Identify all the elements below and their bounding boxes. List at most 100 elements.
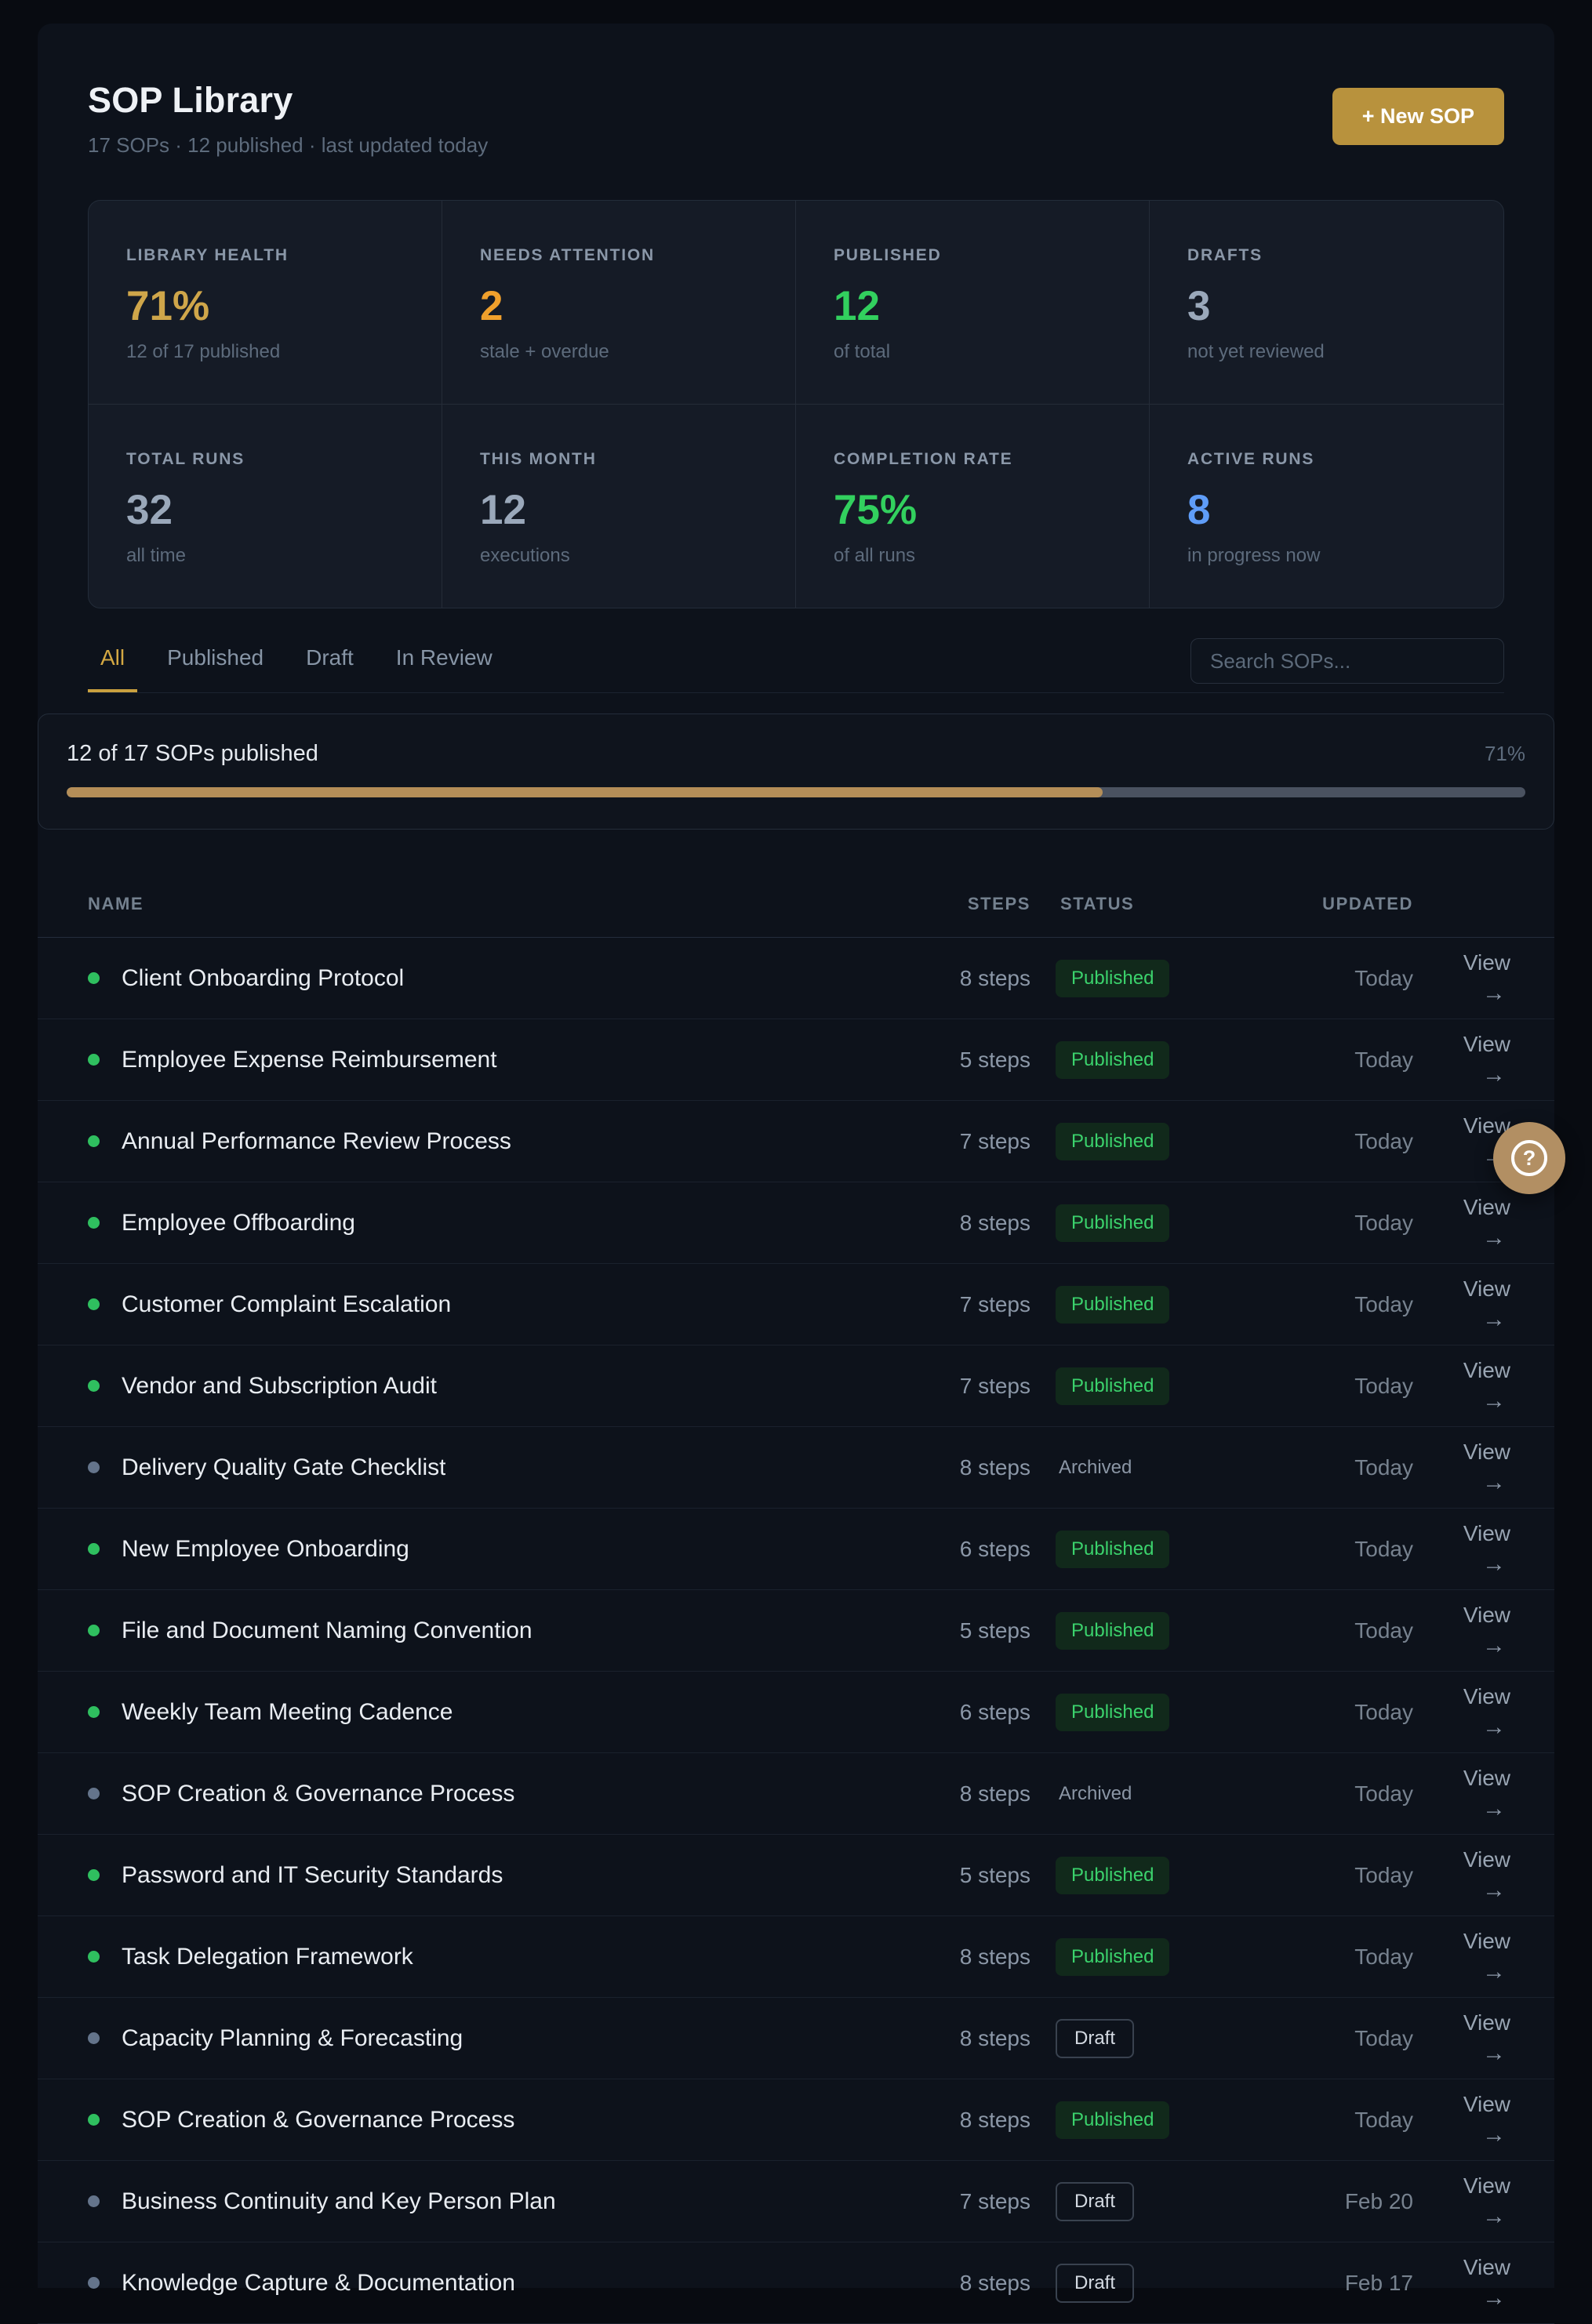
status-dot [88, 1788, 100, 1799]
tab-draft[interactable]: Draft [293, 645, 366, 692]
status-dot [88, 1135, 100, 1147]
status-badge: Draft [1056, 2264, 1134, 2303]
sop-name-cell: SOP Creation & Governance Process [88, 2107, 902, 2133]
view-label: View [1463, 1603, 1510, 1628]
tab-all[interactable]: All [88, 645, 137, 692]
sop-steps: 8 steps [921, 1781, 1030, 1807]
view-link[interactable]: View → [1432, 1929, 1510, 1985]
search-input[interactable] [1190, 638, 1504, 684]
sop-name: SOP Creation & Governance Process [122, 2107, 514, 2133]
view-label: View [1463, 1847, 1510, 1872]
table-row: Knowledge Capture & Documentation 8 step… [38, 2242, 1554, 2324]
table-row: Employee Offboarding 8 steps Published T… [38, 1182, 1554, 1264]
table-row: Business Continuity and Key Person Plan … [38, 2161, 1554, 2242]
stat-cell: ACTIVE RUNS 8 in progress now [1150, 405, 1503, 608]
status-badge: Published [1056, 1204, 1169, 1242]
sop-steps: 6 steps [921, 1537, 1030, 1562]
stat-label: LIBRARY HEALTH [126, 246, 404, 265]
view-label: View [1463, 1358, 1510, 1383]
sop-updated: Today [1264, 1048, 1413, 1073]
tab-in-review[interactable]: In Review [383, 645, 505, 692]
status-dot [88, 1543, 100, 1555]
stat-sublabel: all time [126, 545, 404, 567]
status-badge: Published [1056, 1531, 1169, 1568]
stat-label: ACTIVE RUNS [1187, 450, 1466, 469]
view-label: View [1463, 1521, 1510, 1546]
view-link[interactable]: View → [1432, 1276, 1510, 1333]
stats-card: LIBRARY HEALTH 71% 12 of 17 published NE… [88, 200, 1504, 608]
view-link[interactable]: View → [1432, 1032, 1510, 1088]
view-link[interactable]: View → [1432, 2010, 1510, 2067]
page-header: SOP Library 17 SOPs · 12 published · las… [38, 24, 1554, 158]
sop-name-cell: Business Continuity and Key Person Plan [88, 2188, 902, 2215]
stat-label: THIS MONTH [480, 450, 758, 469]
sop-steps: 5 steps [921, 1618, 1030, 1643]
page-title: SOP Library [88, 80, 1504, 121]
progress-percent: 71% [1485, 742, 1525, 766]
view-link[interactable]: View → [1432, 1847, 1510, 1904]
table-row: Vendor and Subscription Audit 7 steps Pu… [38, 1345, 1554, 1427]
status-badge: Draft [1056, 2182, 1134, 2221]
arrow-right-icon: → [1482, 1796, 1510, 1822]
view-label: View [1463, 1684, 1510, 1709]
view-label: View [1463, 1440, 1510, 1465]
column-header-name: NAME [88, 894, 902, 914]
view-link[interactable]: View → [1432, 1195, 1510, 1251]
stat-sublabel: executions [480, 545, 758, 567]
status-dot [88, 1054, 100, 1066]
sop-name: Weekly Team Meeting Cadence [122, 1699, 453, 1726]
tab-published[interactable]: Published [154, 645, 276, 692]
sop-name: Annual Performance Review Process [122, 1128, 511, 1155]
arrow-right-icon: → [1482, 1959, 1510, 1985]
arrow-right-icon: → [1482, 2285, 1510, 2311]
arrow-right-icon: → [1482, 1062, 1510, 1088]
table-row: File and Document Naming Convention 5 st… [38, 1590, 1554, 1672]
sop-status-cell: Published [1049, 1612, 1245, 1650]
progress-track [67, 787, 1525, 797]
view-link[interactable]: View → [1432, 1603, 1510, 1659]
table-row: SOP Creation & Governance Process 8 step… [38, 1753, 1554, 1835]
stat-value: 8 [1187, 486, 1466, 534]
stat-sublabel: in progress now [1187, 545, 1466, 567]
stat-label: PUBLISHED [834, 246, 1111, 265]
sop-status-cell: Published [1049, 1367, 1245, 1405]
sop-status-cell: Published [1049, 1123, 1245, 1160]
view-link[interactable]: View → [1432, 1440, 1510, 1496]
view-link[interactable]: View → [1432, 2092, 1510, 2148]
view-link[interactable]: View → [1432, 1766, 1510, 1822]
new-sop-button[interactable]: + New SOP [1332, 88, 1504, 145]
view-link[interactable]: View → [1432, 950, 1510, 1007]
status-badge: Published [1056, 1612, 1169, 1650]
status-dot [88, 1298, 100, 1310]
sop-steps: 8 steps [921, 1945, 1030, 1970]
sop-status-cell: Published [1049, 1694, 1245, 1731]
view-link[interactable]: View → [1432, 1684, 1510, 1741]
stat-label: DRAFTS [1187, 246, 1466, 265]
sop-name-cell: Employee Expense Reimbursement [88, 1047, 902, 1073]
sop-name: File and Document Naming Convention [122, 1618, 532, 1644]
stat-cell: PUBLISHED 12 of total [796, 201, 1150, 405]
status-dot [88, 1869, 100, 1881]
status-dot [88, 2114, 100, 2126]
sop-name: Client Onboarding Protocol [122, 965, 404, 992]
sop-status-cell: Archived [1049, 1449, 1245, 1487]
stat-value: 12 [480, 486, 758, 534]
sop-steps: 8 steps [921, 1211, 1030, 1236]
sop-status-cell: Draft [1049, 2264, 1245, 2303]
help-button[interactable]: ? [1493, 1122, 1565, 1194]
sop-name-cell: Password and IT Security Standards [88, 1862, 902, 1889]
stat-sublabel: not yet reviewed [1187, 341, 1466, 363]
sop-name-cell: Delivery Quality Gate Checklist [88, 1454, 902, 1481]
table-row: Password and IT Security Standards 5 ste… [38, 1835, 1554, 1916]
column-header-steps: STEPS [921, 894, 1030, 914]
status-dot [88, 2277, 100, 2289]
sop-name: Task Delegation Framework [122, 1944, 413, 1970]
status-badge: Published [1056, 960, 1169, 997]
sop-steps: 7 steps [921, 1374, 1030, 1399]
view-label: View [1463, 2010, 1510, 2035]
view-link[interactable]: View → [1432, 2173, 1510, 2230]
view-link[interactable]: View → [1432, 1358, 1510, 1414]
view-link[interactable]: View → [1432, 1521, 1510, 1578]
sop-status-cell: Published [1049, 1938, 1245, 1976]
view-link[interactable]: View → [1432, 2255, 1510, 2311]
